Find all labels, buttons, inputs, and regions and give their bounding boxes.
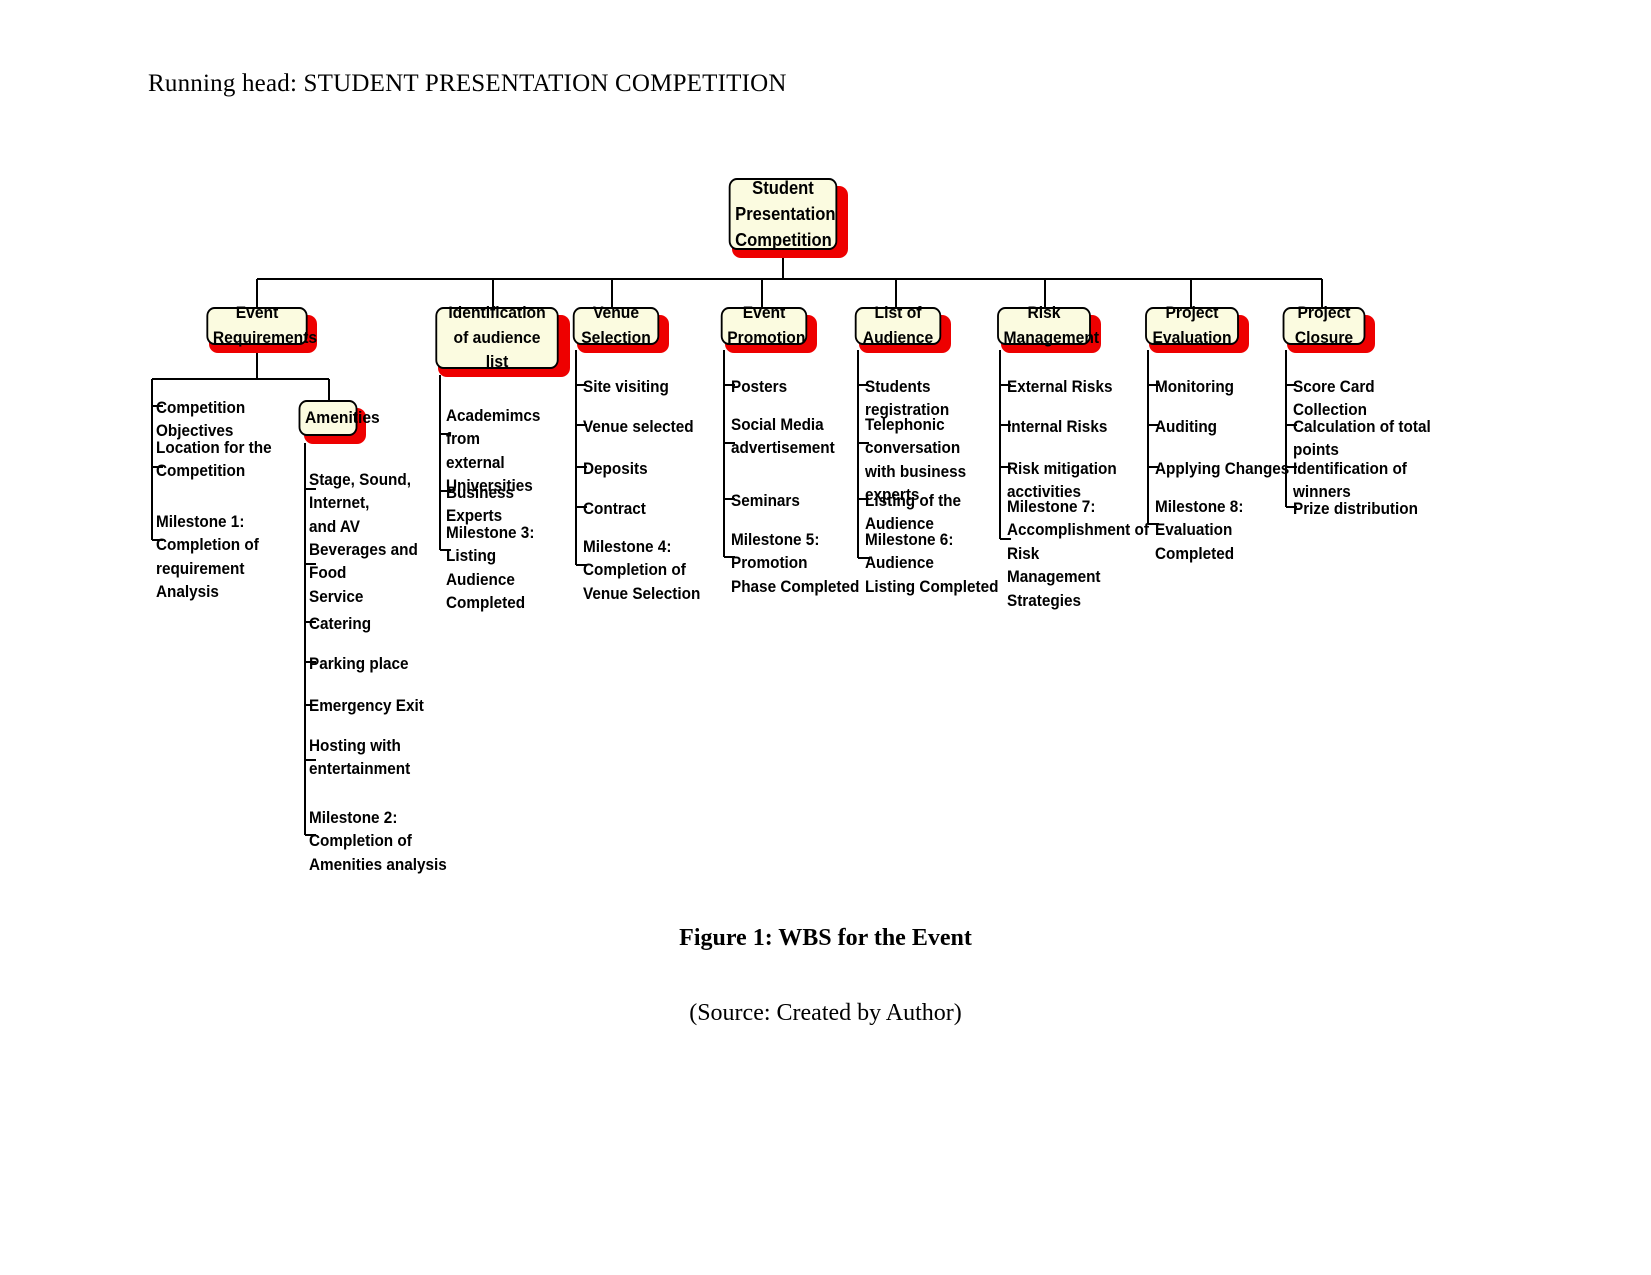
leaf-item: Milestone 8: Evaluation Completed (1155, 497, 1244, 563)
leaf-item: Parking place (309, 654, 409, 673)
node-venue-selection-label: Venue Selection (581, 303, 651, 347)
wbs-diagram: Student Presentation Competition Event R… (0, 0, 1651, 900)
node-identification-of-audience-list[interactable]: Identification of audience list (435, 303, 559, 371)
node-risk-management[interactable]: Risk Management (997, 303, 1099, 347)
node-root-label: Student Presentation Competition (735, 177, 836, 251)
leaf-item: Milestone 1: Completion of requirement A… (156, 512, 259, 602)
leaf-item: Site visiting (583, 377, 669, 396)
leaf-item: Auditing (1155, 417, 1218, 436)
node-list-of-audience[interactable]: List of Audience (854, 303, 942, 347)
node-venue-selection[interactable]: Venue Selection (572, 303, 660, 347)
node-root[interactable]: Student Presentation Competition (728, 177, 838, 251)
node-project-closure-label: Project Closure (1294, 303, 1354, 347)
leaf-item: Venue selected (583, 417, 694, 436)
node-event-promotion-label: Event Promotion (727, 303, 806, 347)
leaf-item: Location for the Competition (156, 438, 272, 481)
leaf-item: Catering (309, 614, 372, 633)
leaf-item: Emergency Exit (309, 696, 424, 715)
node-risk-management-label: Risk Management (1003, 303, 1100, 347)
leaf-item: Milestone 4: Completion of Venue Selecti… (583, 537, 701, 603)
node-identification-of-audience-list-label: Identification of audience list (448, 303, 546, 372)
leaf-item: Monitoring (1155, 377, 1235, 396)
leaf-item: External Risks (1007, 377, 1113, 396)
leaf-item: Prize distribution (1293, 499, 1418, 518)
leaf-item: Posters (731, 377, 788, 396)
node-project-closure[interactable]: Project Closure (1282, 303, 1366, 347)
node-event-requirements[interactable]: Event Requirements (206, 303, 317, 347)
figure-caption: Figure 1: WBS for the Event (679, 925, 972, 951)
node-project-evaluation-label: Project Evaluation (1152, 303, 1232, 347)
leaf-item: Milestone 7: Accomplishment of Risk Mana… (1007, 497, 1149, 610)
leaf-item: Milestone 5: Promotion Phase Completed (731, 530, 860, 596)
leaf-item: Hosting with entertainment (309, 736, 411, 779)
node-amenities[interactable]: Amenities (298, 400, 380, 436)
node-event-requirements-label: Event Requirements (212, 303, 318, 347)
leaf-item: Stage, Sound, Internet, and AV (309, 470, 412, 536)
leaf-item: Calculation of total points (1293, 417, 1431, 460)
figure-source: (Source: Created by Author) (689, 1000, 962, 1026)
leaf-item: Applying Changes (1155, 459, 1290, 478)
leaf-item: Beverages and Food Service (309, 540, 418, 606)
leaf-item: Seminars (731, 491, 800, 510)
leaf-item: Deposits (583, 459, 648, 478)
leaf-item: Milestone 6: Audience Listing Completed (865, 530, 999, 596)
node-list-of-audience-label: List of Audience (862, 303, 934, 347)
node-event-promotion[interactable]: Event Promotion (720, 303, 808, 347)
leaf-item: Internal Risks (1007, 417, 1108, 436)
leaf-item: Contract (583, 499, 646, 518)
node-amenities-label: Amenities (305, 407, 380, 427)
leaf-item: Milestone 2: Completion of Amenities ana… (309, 808, 447, 874)
node-project-evaluation[interactable]: Project Evaluation (1145, 303, 1239, 347)
leaf-item: Milestone 3: Listing Audience Completed (446, 523, 535, 613)
leaf-item: Social Media advertisement (731, 415, 835, 458)
